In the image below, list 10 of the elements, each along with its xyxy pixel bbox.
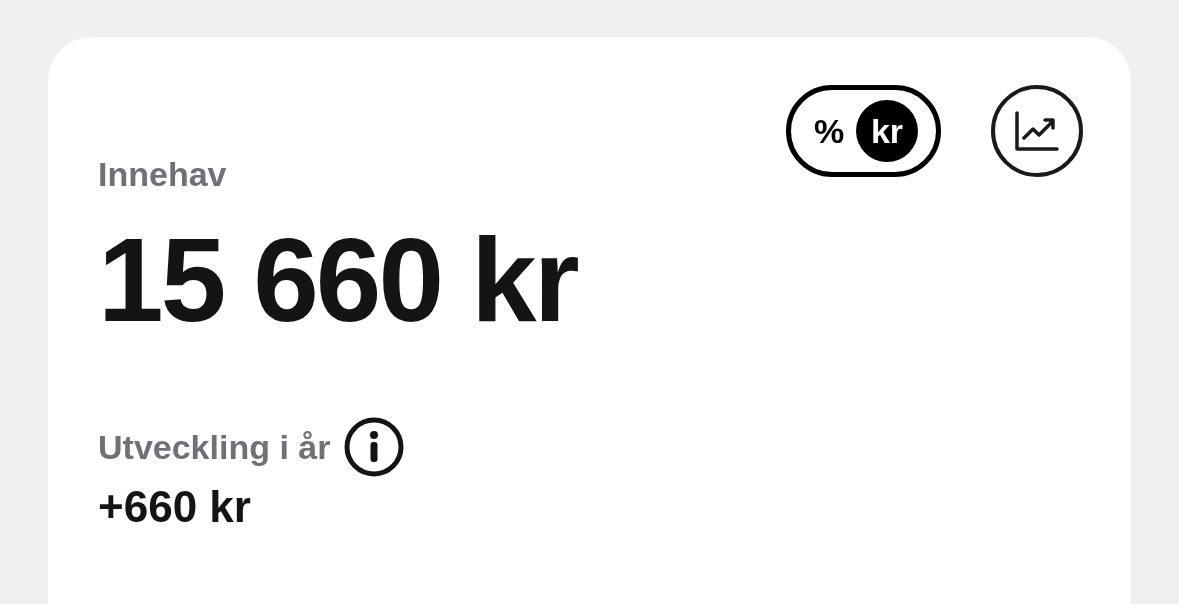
chart-button[interactable] <box>991 85 1083 177</box>
unit-option[interactable]: % <box>809 100 849 162</box>
development-label: Utveckling i år <box>98 430 331 464</box>
info-icon[interactable] <box>344 417 405 477</box>
chart-icon <box>1014 110 1060 152</box>
unit-toggle[interactable]: % kr <box>786 85 941 177</box>
holdings-value: 15 660 kr <box>98 221 579 339</box>
development-value: +660 kr <box>98 485 252 529</box>
unit-option[interactable]: kr <box>856 100 918 162</box>
holdings-label: Innehav <box>98 157 228 191</box>
